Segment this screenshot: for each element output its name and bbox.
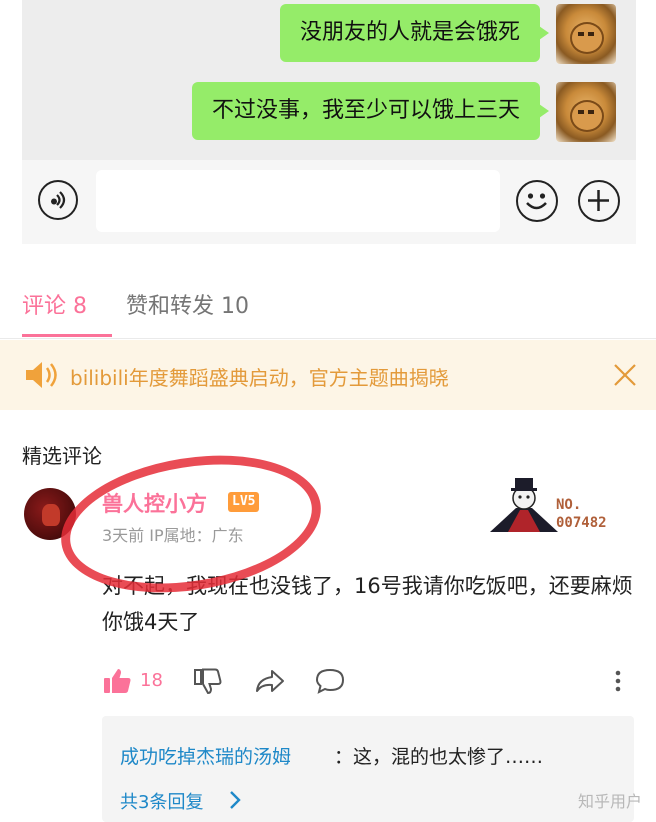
thumbs-down-icon[interactable]	[192, 666, 222, 700]
chat-avatar[interactable]	[556, 4, 616, 64]
chat-message[interactable]: 没朋友的人就是会饿死	[279, 4, 550, 62]
tab-comments[interactable]: 评论 8	[22, 288, 87, 320]
reply-username[interactable]: 成功吃掉杰瑞的汤姆	[120, 742, 291, 769]
more-icon[interactable]	[612, 666, 624, 700]
reply-icon[interactable]	[314, 666, 346, 700]
tab-likes-and-reposts[interactable]: 赞和转发 10	[126, 288, 249, 320]
notice-bar[interactable]: bilibili年度舞蹈盛典启动，官方主题曲揭晓	[0, 340, 656, 410]
close-icon[interactable]	[612, 362, 638, 388]
comment-body[interactable]: 对不起，我现在也没钱了，16号我请你吃饭吧，还要麻烦你饿4天了	[102, 568, 642, 640]
message-input[interactable]	[96, 170, 500, 232]
comment-meta: 3天前 IP属地：广东	[102, 526, 244, 545]
watermark: 知乎用户	[577, 792, 642, 811]
like-count: 18	[140, 670, 163, 691]
share-icon[interactable]	[254, 666, 286, 700]
chat-input-bar	[22, 160, 636, 244]
emoji-icon[interactable]	[516, 180, 558, 222]
notice-text[interactable]: bilibili年度舞蹈盛典启动，官方主题曲揭晓	[70, 362, 449, 391]
thumbs-up-icon[interactable]	[102, 666, 132, 700]
chat-avatar[interactable]	[556, 82, 616, 142]
level-badge: LV5	[228, 492, 260, 512]
fan-number: NO. 007482	[556, 497, 607, 531]
fan-badge-icon[interactable]	[486, 472, 562, 538]
divider	[0, 338, 656, 339]
active-tab-indicator	[22, 334, 112, 337]
chevron-right-icon[interactable]	[228, 790, 242, 814]
section-title: 精选评论	[22, 444, 102, 468]
reply-preview[interactable]: 成功吃掉杰瑞的汤姆 ：这，混的也太惨了…… 共3条回复	[102, 716, 634, 822]
voice-icon[interactable]	[38, 180, 78, 220]
comment-actions: 18	[102, 666, 632, 698]
speaker-icon	[24, 360, 58, 394]
chat-panel: 没朋友的人就是会饿死 不过没事，我至少可以饿上三天	[22, 0, 636, 160]
chat-message[interactable]: 不过没事，我至少可以饿上三天	[191, 82, 550, 140]
avatar[interactable]	[24, 488, 76, 540]
reply-text: ：这，混的也太惨了……	[334, 746, 544, 768]
plus-icon[interactable]	[578, 180, 620, 222]
comment-username[interactable]: 兽人控小方	[102, 488, 207, 518]
view-replies-link[interactable]: 共3条回复	[120, 788, 203, 814]
